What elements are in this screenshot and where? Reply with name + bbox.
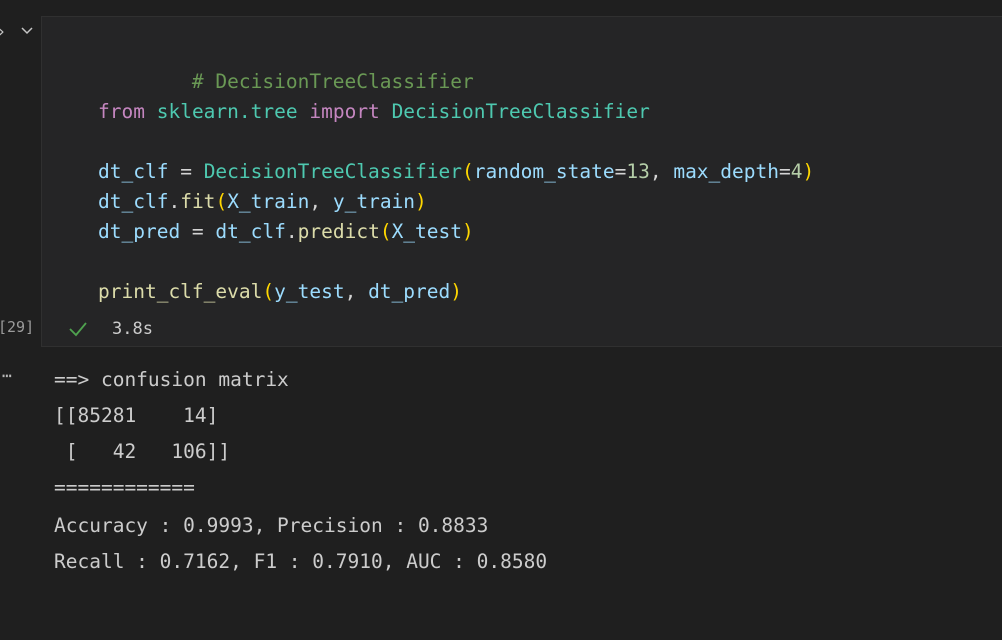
variable-name: dt_clf: [98, 160, 169, 183]
arg-value: 4: [790, 160, 803, 183]
object-name: dt_clf: [98, 190, 169, 213]
execution-duration: 3.8s: [112, 319, 153, 339]
imported-class: DecisionTreeClassifier: [391, 100, 650, 123]
code-cell-editor[interactable]: # DecisionTreeClassifier from sklearn.tr…: [41, 16, 1002, 347]
arg-name: y_train: [332, 190, 416, 213]
code-line-predict: dt_pred = dt_clf.predict(X_test): [98, 220, 474, 243]
method-name: fit: [180, 190, 216, 213]
method-name: predict: [297, 220, 380, 243]
code-comment: # DecisionTreeClassifier: [191, 70, 474, 93]
code-line-fit: dt_clf.fit(X_train, y_train): [98, 190, 427, 213]
notebook-view: › # DecisionTreeClassifier from sklearn.…: [0, 0, 1002, 640]
arg-name: random_state: [473, 160, 615, 183]
variable-name: dt_pred: [98, 220, 181, 243]
arg-name: y_test: [274, 280, 345, 303]
output-line: [ 42 106]]: [54, 440, 231, 463]
output-line: ============: [54, 476, 195, 499]
ellipsis-icon[interactable]: ⋯: [2, 366, 13, 385]
execution-count: [29]: [0, 318, 35, 336]
output-line: Accuracy : 0.9993, Precision : 0.8833: [54, 514, 489, 537]
keyword-from: from: [98, 100, 145, 123]
chevron-down-icon[interactable]: [20, 25, 34, 37]
code-line-print: print_clf_eval(y_test, dt_pred): [98, 280, 462, 303]
arg-name: X_train: [227, 190, 310, 213]
chevron-right-icon[interactable]: ›: [0, 22, 5, 42]
arg-value: 13: [626, 160, 650, 183]
code-line-construct: dt_clf = DecisionTreeClassifier(random_s…: [98, 160, 815, 183]
arg-name: dt_pred: [368, 280, 451, 303]
object-name: dt_clf: [215, 220, 286, 243]
check-icon: [69, 322, 87, 337]
output-line: Recall : 0.7162, F1 : 0.7910, AUC : 0.85…: [54, 550, 548, 573]
assign-operator: =: [168, 160, 204, 183]
output-line: ==> confusion matrix: [54, 368, 289, 391]
output-line: [[85281 14]: [54, 404, 219, 427]
code-line-import: from sklearn.tree import DecisionTreeCla…: [98, 97, 650, 127]
class-call: DecisionTreeClassifier: [203, 160, 462, 183]
keyword-import: import: [309, 100, 380, 123]
arg-name: max_depth: [673, 160, 779, 183]
module-name: sklearn.tree: [156, 100, 298, 123]
code-line-comment: # DecisionTreeClassifier: [98, 37, 474, 93]
function-call: print_clf_eval: [98, 280, 263, 303]
arg-name: X_test: [391, 220, 463, 243]
